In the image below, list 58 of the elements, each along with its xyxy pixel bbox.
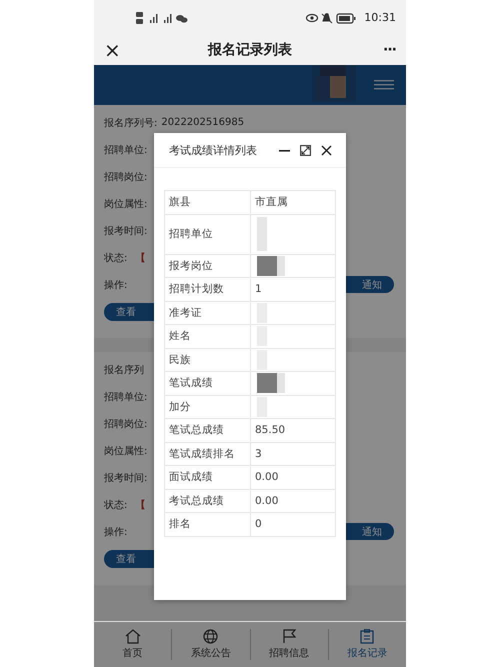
- more-icon[interactable]: ···: [383, 42, 396, 58]
- table-cell: 85.50: [251, 419, 336, 442]
- table-cell: 面试成绩: [165, 466, 251, 490]
- maximize-icon[interactable]: [300, 144, 311, 156]
- table-cell: 笔试成绩: [165, 372, 251, 396]
- menu-icon[interactable]: [374, 80, 394, 90]
- page-title: 报名记录列表: [208, 41, 292, 59]
- tab[interactable]: 招聘信息: [250, 629, 328, 660]
- flag-icon: [282, 629, 297, 644]
- status-time: 10:31: [364, 11, 396, 24]
- field-label: 岗位属性:: [104, 198, 148, 210]
- table-cell: 姓名: [165, 325, 251, 348]
- table-cell: 笔试成绩排名: [165, 442, 251, 466]
- globe-icon: [203, 629, 218, 644]
- table-cell: 市直属: [251, 191, 336, 214]
- status-icons-drawing: [306, 12, 358, 24]
- table-cell: 1: [251, 278, 336, 302]
- field-label: 招聘岗位:: [104, 170, 148, 184]
- field-label: 报名序列号:: [104, 116, 158, 130]
- field-label: 招聘单位:: [104, 390, 148, 404]
- table-cell: 0.00: [251, 490, 336, 513]
- table-cell: 报考岗位: [165, 254, 251, 278]
- field-label: 状态:: [104, 252, 128, 264]
- field-label: 状态:: [104, 498, 128, 512]
- dialog-title: 考试成绩详情列表: [169, 142, 258, 158]
- field-label: 操作:: [104, 278, 128, 292]
- field-value: 【: [135, 252, 146, 264]
- table-cell: 笔试总成绩: [165, 419, 251, 442]
- tab[interactable]: 首页: [94, 629, 172, 660]
- redaction-mark: [257, 217, 267, 251]
- table-cell: 民族: [165, 348, 251, 372]
- table-cell: 考试总成绩: [165, 490, 251, 513]
- close-icon[interactable]: [321, 144, 332, 156]
- table-cell: 准考证: [165, 302, 251, 325]
- table-cell: 加分: [165, 396, 251, 419]
- field-label: 报考时间:: [104, 472, 148, 484]
- tab[interactable]: 系统公告: [171, 629, 250, 660]
- field-value: 【: [135, 498, 146, 512]
- field-label: 操作:: [104, 526, 128, 538]
- redaction-mark: [257, 373, 277, 394]
- table-cell: 排名: [165, 513, 251, 536]
- field-label: 岗位属性:: [104, 444, 148, 458]
- field-label: 招聘单位:: [104, 144, 148, 156]
- field-label: 招聘岗位:: [104, 418, 148, 430]
- close-icon[interactable]: ×: [104, 40, 121, 60]
- home-icon: [124, 629, 141, 644]
- field-value: 2022202516985: [161, 117, 244, 128]
- table-cell: 招聘计划数: [165, 278, 251, 302]
- redaction-mark: [257, 256, 277, 276]
- table-cell: 招聘单位: [165, 214, 251, 254]
- field-label: 报名序列: [104, 364, 144, 376]
- field-label: 报考时间:: [104, 224, 148, 238]
- table-cell: 0.00: [251, 466, 336, 490]
- table-cell: 3: [251, 442, 336, 466]
- table-cell: 0: [251, 513, 336, 536]
- clipboard-icon: [360, 629, 374, 644]
- tab[interactable]: 报名记录: [328, 629, 406, 660]
- table-cell: 旗县: [165, 191, 251, 214]
